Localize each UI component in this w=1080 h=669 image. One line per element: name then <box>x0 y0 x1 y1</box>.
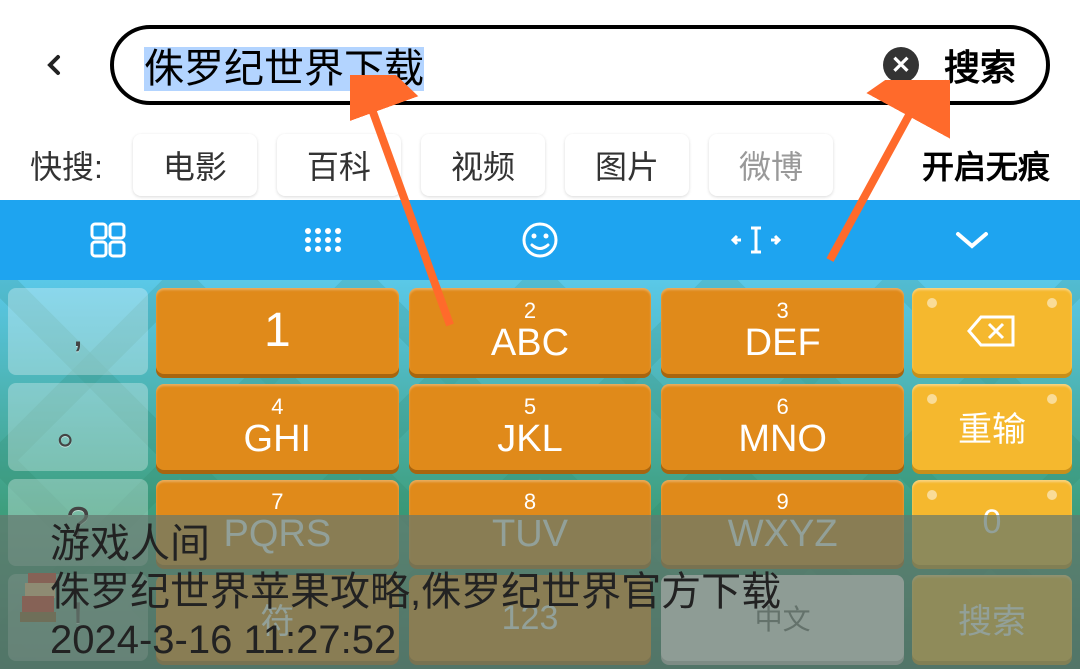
key-backspace[interactable] <box>912 288 1072 374</box>
search-button[interactable]: 搜索 <box>944 39 1016 91</box>
annotation-arrow-1 <box>350 75 470 335</box>
key-4-ghi[interactable]: 4GHI <box>156 384 399 470</box>
quick-item-weibo[interactable]: 微博 <box>709 134 833 196</box>
quick-search-label: 快搜: <box>30 142 103 188</box>
key-6-mno[interactable]: 6MNO <box>661 384 904 470</box>
key-5-jkl[interactable]: 5JKL <box>409 384 652 470</box>
key-comma[interactable]: , <box>8 288 148 375</box>
clear-icon[interactable]: ✕ <box>883 47 919 83</box>
search-input[interactable]: 侏罗纪世界下载 <box>144 36 883 94</box>
key-3-def[interactable]: 3DEF <box>661 288 904 374</box>
key-period[interactable]: 。 <box>8 383 148 470</box>
quick-item-image[interactable]: 图片 <box>565 134 689 196</box>
overlay-line2: 侏罗纪世界苹果攻略,侏罗纪世界官方下载 <box>50 568 1030 616</box>
watermark-overlay: 游戏人间 侏罗纪世界苹果攻略,侏罗纪世界官方下载 2024-3-16 11:27… <box>0 515 1080 669</box>
quick-item-movie[interactable]: 电影 <box>133 134 257 196</box>
overlay-line3: 2024-3-16 11:27:52 <box>50 616 1030 664</box>
key-retype[interactable]: 重输 <box>912 384 1072 470</box>
ime-apps-icon[interactable] <box>0 200 216 280</box>
back-button[interactable] <box>30 40 80 90</box>
overlay-line1: 游戏人间 <box>50 520 1030 568</box>
annotation-arrow-2 <box>820 80 950 270</box>
